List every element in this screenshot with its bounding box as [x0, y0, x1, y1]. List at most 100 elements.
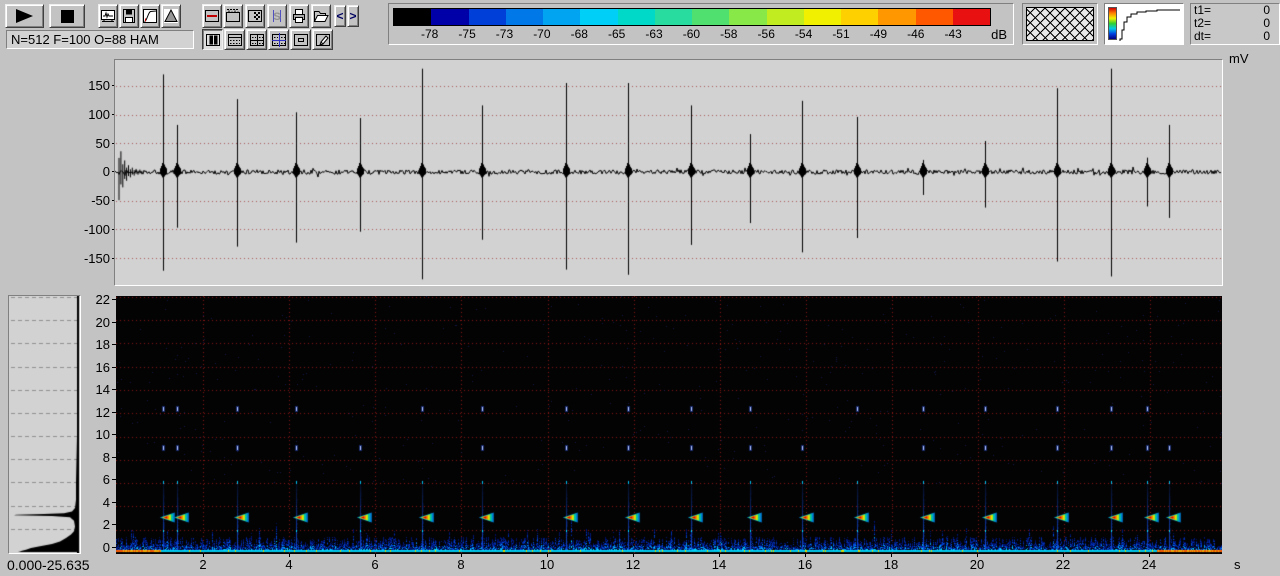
- save-button[interactable]: [119, 4, 139, 28]
- color-scale-tick: -65: [607, 27, 626, 41]
- spectrogram-y-tick: 6: [86, 473, 116, 486]
- s-button[interactable]: S: [267, 4, 287, 28]
- average-spectrum-panel[interactable]: [8, 295, 81, 554]
- spectrogram-x-axis: 2 4 6 8 10 12 14 16 18 20 22 24: [160, 554, 1192, 572]
- spectrogram-y-axis: 22 20 18 16 14 12 10 8 6 4 2 0: [86, 293, 116, 554]
- print-icon: [293, 9, 305, 23]
- edit-icon: [315, 33, 330, 46]
- time-marker-panel: t1= 0 t2= 0 dt= 0: [1190, 3, 1280, 45]
- layout-bars-icon: [205, 33, 220, 46]
- layout-inner-box-icon: [293, 33, 308, 46]
- waveform-y-tick: 100: [70, 108, 116, 121]
- waveform-y-tick: 0: [70, 165, 116, 178]
- svg-text:S: S: [273, 11, 280, 23]
- spectrogram-plot[interactable]: [116, 296, 1222, 554]
- spectrogram-y-tick: 18: [86, 338, 116, 351]
- layout-grid-icon: [249, 33, 264, 46]
- waveform-y-tick: -100: [70, 223, 116, 236]
- stop-button[interactable]: [49, 4, 85, 28]
- display-box-icon: [205, 10, 219, 22]
- palette-curve-box[interactable]: [1104, 3, 1184, 45]
- save-icon: [123, 9, 135, 23]
- spectrogram-y-tick: 8: [86, 451, 116, 464]
- spectrogram-x-tick: 16: [762, 554, 848, 572]
- time-range-label: 0.000-25.635: [7, 557, 90, 573]
- scope-button[interactable]: [98, 4, 118, 28]
- play-icon: [16, 9, 33, 23]
- prev-button[interactable]: <: [334, 5, 346, 27]
- stop-icon: [60, 9, 74, 23]
- waveform-plot[interactable]: [115, 60, 1222, 285]
- spectrogram-y-tick: 10: [86, 428, 116, 441]
- waveform-y-axis: 150 100 50 0 -50 -100 -150: [70, 79, 116, 265]
- display-checker-button[interactable]: [245, 4, 265, 28]
- edit-button[interactable]: [312, 29, 333, 50]
- layout-ruler-button[interactable]: [224, 29, 245, 50]
- waveform-unit-label: mV: [1229, 51, 1249, 66]
- palette-strip-icon: [1108, 7, 1117, 40]
- spectrogram-x-tick: 2: [160, 554, 246, 572]
- scope-icon: [101, 10, 115, 22]
- window-function-button[interactable]: [161, 4, 181, 28]
- average-spectrum-plot[interactable]: [9, 296, 80, 553]
- color-scale-tick: -46: [907, 27, 925, 41]
- display-ruler-icon: [226, 9, 240, 22]
- spectrogram-y-tick: 22: [86, 293, 116, 306]
- display-ruler-button[interactable]: [223, 4, 243, 28]
- spectrogram-x-tick: 6: [332, 554, 418, 572]
- window-function-icon: [164, 8, 178, 23]
- color-scale-tick: -49: [869, 27, 888, 41]
- hatch-pattern-box[interactable]: [1022, 3, 1098, 45]
- layout-inner-box-button[interactable]: [290, 29, 311, 50]
- spectrogram-x-tick: 8: [418, 554, 504, 572]
- spectrogram-x-tick: 4: [246, 554, 332, 572]
- toolbar: S < > N=512 F=100 O=88 HAM -78 -75 -73 -…: [0, 0, 1280, 52]
- time-marker-row: dt= 0: [1191, 30, 1279, 43]
- spectrogram-x-tick: 18: [848, 554, 934, 572]
- layout-crosshair-icon: [271, 32, 286, 47]
- curve-button[interactable]: [140, 4, 160, 28]
- color-scale-tick: -58: [720, 27, 738, 41]
- display-checker-icon: [248, 10, 262, 22]
- color-scale-tick: -78: [421, 27, 439, 41]
- display-box-button[interactable]: [202, 4, 222, 28]
- color-scale-unit: dB: [991, 27, 1007, 42]
- waveform-y-tick: 50: [70, 137, 116, 150]
- spectrogram-x-tick: 20: [934, 554, 1020, 572]
- spectrogram-x-tick: 12: [590, 554, 676, 572]
- open-icon: [313, 11, 329, 22]
- waveform-panel[interactable]: [114, 59, 1223, 286]
- color-scale-tick: -43: [944, 27, 962, 41]
- transfer-curve-icon: [1119, 9, 1180, 41]
- color-scale-tick: -51: [832, 27, 850, 41]
- color-scale-tick: -73: [495, 27, 514, 41]
- layout-grid-button[interactable]: [246, 29, 267, 50]
- spectrogram-x-unit: s: [1234, 557, 1241, 572]
- time-marker-value: 0: [1263, 29, 1270, 43]
- status-text: N=512 F=100 O=88 HAM: [11, 32, 159, 47]
- spectrogram-y-tick: 14: [86, 383, 116, 396]
- play-button[interactable]: [5, 4, 44, 28]
- spectrogram-y-tick: 20: [86, 316, 116, 329]
- prev-icon: <: [336, 9, 344, 23]
- layout-crosshair-button[interactable]: [268, 29, 289, 50]
- waveform-y-tick: 150: [70, 79, 116, 92]
- color-scale-tick: -63: [645, 27, 663, 41]
- spectrogram-x-tick: 14: [676, 554, 762, 572]
- layout-ruler-icon: [227, 33, 242, 46]
- color-scale-tick: -75: [458, 27, 476, 41]
- open-button[interactable]: [311, 4, 331, 28]
- hatch-pattern-icon: [1026, 7, 1094, 41]
- next-button[interactable]: >: [347, 5, 359, 27]
- color-scale-tick: -60: [682, 27, 701, 41]
- spectrogram-panel[interactable]: [116, 296, 1222, 554]
- spectrogram-y-tick: 16: [86, 361, 116, 374]
- print-button[interactable]: [289, 4, 309, 28]
- spectrogram-x-tick: 24: [1106, 554, 1192, 572]
- color-scale-tick: -56: [757, 27, 775, 41]
- color-scale-tick: -54: [794, 27, 813, 41]
- layout-bars-button[interactable]: [202, 29, 223, 50]
- waveform-y-tick: -50: [70, 194, 116, 207]
- spectrogram-y-tick: 12: [86, 406, 116, 419]
- spectrogram-x-tick: 10: [504, 554, 590, 572]
